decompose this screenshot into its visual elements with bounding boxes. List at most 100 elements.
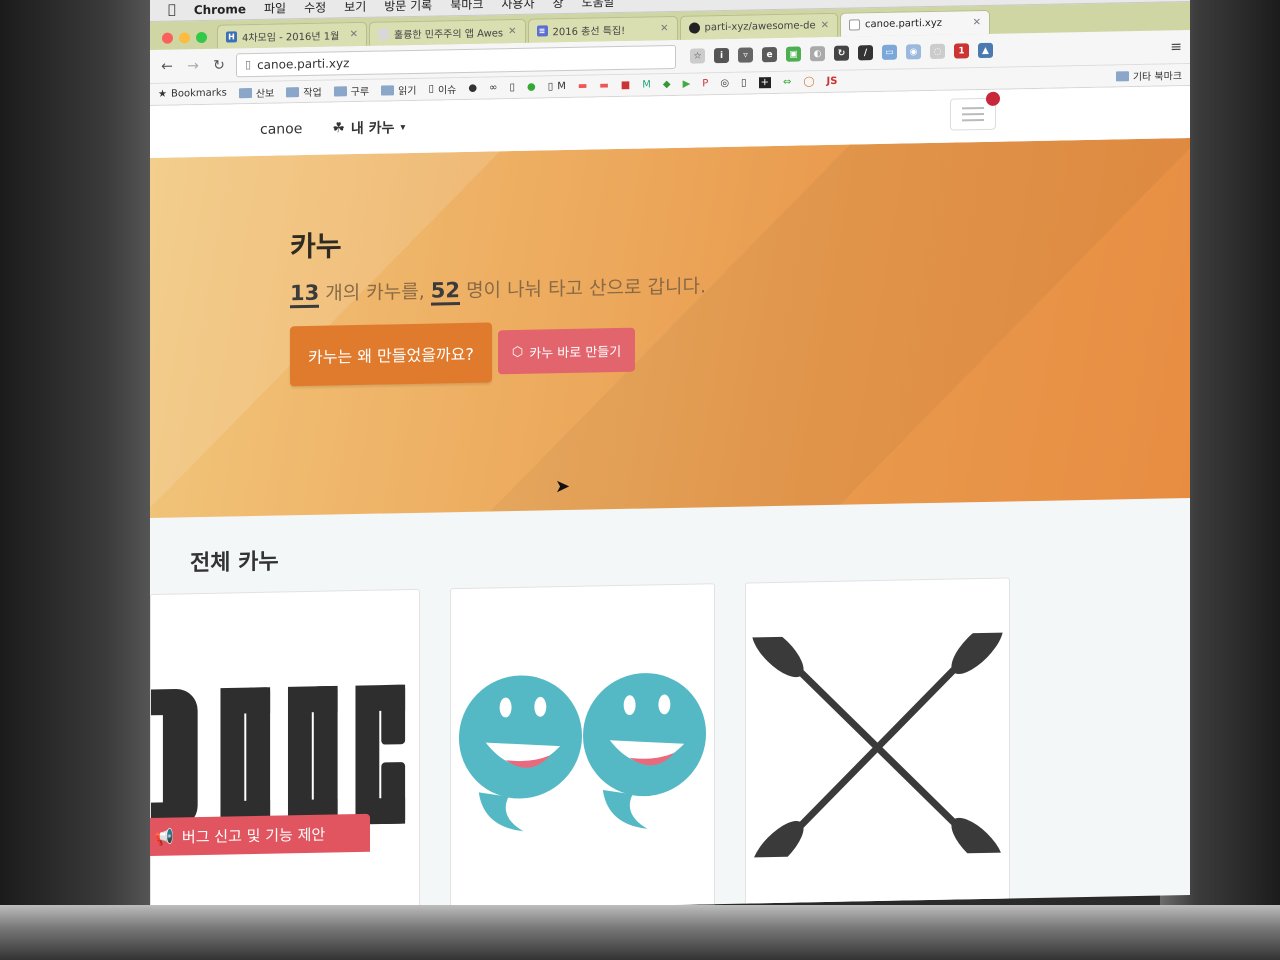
bookmark-item[interactable]: M — [642, 79, 651, 90]
tab-canoe[interactable]: canoe.parti.xyz ✕ — [840, 9, 991, 37]
member-count-suffix: 명이 나눠 타고 산으로 갑니다. — [460, 275, 707, 303]
menubar-item-history[interactable]: 방문 기록 — [384, 0, 432, 15]
bookmark-folder[interactable]: 작업 — [286, 84, 322, 100]
sync-icon[interactable]: ↻ — [834, 45, 849, 61]
bookmark-folder[interactable]: 구루 — [333, 83, 370, 99]
window-controls — [158, 25, 217, 50]
close-tab-icon[interactable]: ✕ — [508, 26, 516, 37]
bookmark-icon: ■ — [620, 79, 631, 91]
tab-4th-meeting[interactable]: H 4차모임 - 2016년 1월 ✕ — [217, 21, 367, 49]
site-brand[interactable]: canoe — [260, 121, 302, 138]
why-canoe-button[interactable]: 카누는 왜 만들었을까요? — [290, 322, 492, 387]
canoe-card[interactable] — [150, 588, 420, 915]
menubar-app-name[interactable]: Chrome — [194, 2, 246, 17]
extension-icon[interactable]: ◌ — [930, 43, 945, 60]
tab-label: 4차모임 - 2016년 1월 — [242, 31, 340, 45]
hackpad-icon: H — [226, 31, 237, 43]
pocket-icon[interactable]: ▿ — [738, 47, 753, 63]
close-tab-icon[interactable]: ✕ — [350, 29, 358, 40]
my-canoe-dropdown[interactable]: ☘ 내 카누 ▾ — [332, 117, 405, 138]
forward-arrow-icon[interactable]: → — [184, 58, 202, 74]
extension-icon[interactable]: ▣ — [786, 46, 801, 62]
close-tab-icon[interactable]: ✕ — [973, 17, 981, 28]
minimize-window-icon[interactable] — [179, 31, 190, 43]
folder-icon — [238, 87, 252, 98]
menubar-item-people[interactable]: 사용자 — [501, 0, 534, 12]
bookmark-other[interactable]: 기타 북마크 — [1115, 67, 1182, 83]
cast-icon[interactable]: ▭ — [882, 44, 897, 60]
create-canoe-button[interactable]: ⬡ 카누 바로 만들기 — [497, 327, 636, 375]
address-bar[interactable]: ▯ canoe.parti.xyz — [236, 44, 676, 77]
extension-icon[interactable]: ◐ — [810, 46, 825, 62]
menubar-item-view[interactable]: 보기 — [344, 0, 366, 15]
reload-icon[interactable]: ↻ — [210, 57, 228, 73]
notification-dot[interactable] — [986, 91, 1000, 106]
bookmark-icon: M — [642, 79, 651, 91]
tab-github[interactable]: parti-xyz/awesome-de ✕ — [679, 12, 839, 40]
close-tab-icon[interactable]: ✕ — [821, 20, 829, 31]
bookmark-label: 이슈 — [437, 85, 457, 97]
bookmark-folder-label: 구루 — [350, 86, 370, 99]
bookmark-item[interactable]: ◆ — [663, 79, 671, 90]
profile-icon[interactable]: ▲ — [978, 42, 993, 59]
bookmark-item[interactable]: ▯ M — [548, 81, 566, 92]
bookmark-item[interactable]: ▬ — [599, 80, 608, 91]
folder-icon — [333, 85, 347, 96]
bookmark-icon: ⇔ — [782, 76, 792, 88]
bookmark-item[interactable]: P — [702, 78, 708, 89]
bookmark-item[interactable]: ▯ 이슈 — [428, 81, 456, 97]
canoe-card[interactable] — [450, 583, 715, 915]
bookmark-item[interactable]: ▯ — [741, 78, 747, 89]
bookmark-item[interactable]: ● — [527, 82, 536, 93]
monitor-bezel-left — [0, 0, 150, 960]
bookmark-item[interactable]: ■ — [621, 80, 630, 91]
extension-icons: ☆ i ▿ e ▣ ◐ ↻ / ▭ ◉ ◌ 1 ▲ — [690, 42, 993, 64]
feedback-label: 버그 신고 및 기능 제안 — [181, 825, 326, 846]
notification-badge-icon[interactable]: 1 — [954, 43, 969, 59]
bookmark-item[interactable]: ⇔ — [783, 77, 791, 88]
hamburger-line — [962, 112, 984, 116]
tab-awesome-democracy[interactable]: 훌륭한 민주주의 앱 Awes ✕ — [369, 18, 526, 46]
apple-icon[interactable]:  — [168, 3, 176, 18]
canoe-card[interactable] — [745, 577, 1010, 913]
star-icon[interactable]: ☆ — [690, 48, 705, 64]
feedback-button[interactable]: 📢 버그 신고 및 기능 제안 — [150, 813, 370, 857]
back-arrow-icon[interactable]: ← — [158, 58, 176, 74]
bookmark-item[interactable]: ◯ — [803, 76, 814, 87]
bookmark-folder[interactable]: 읽기 — [381, 82, 416, 98]
evernote-icon[interactable]: e — [762, 46, 777, 63]
chrome-menu-icon[interactable]: ≡ — [1170, 39, 1182, 55]
info-icon[interactable]: i — [714, 47, 729, 64]
zoom-window-icon[interactable] — [196, 31, 207, 43]
close-window-icon[interactable] — [162, 32, 173, 44]
hero-buttons: 카누는 왜 만들었을까요? ⬡ 카누 바로 만들기 — [290, 309, 1190, 387]
page-icon: ▯ — [509, 81, 515, 94]
menubar-item-bookmarks[interactable]: 북마크 — [450, 0, 483, 13]
tab-label: canoe.parti.xyz — [865, 17, 943, 31]
bookmark-item[interactable]: ◎ — [720, 78, 729, 89]
close-tab-icon[interactable]: ✕ — [660, 23, 668, 34]
tab-election-special[interactable]: ≡ 2016 총선 특집! ✕ — [527, 15, 678, 43]
bookmark-item[interactable]: ▶ — [683, 79, 691, 90]
menubar-item-window[interactable]: 창 — [552, 0, 563, 11]
bookmark-github[interactable]: ● — [468, 83, 477, 94]
monitor-bezel-bottom — [0, 905, 1280, 960]
bookmark-item[interactable]: ▬ — [578, 81, 587, 92]
bookmark-item[interactable]: ▯ — [509, 82, 515, 93]
bookmark-icon: ▬ — [599, 80, 609, 92]
docs-icon: ≡ — [536, 25, 548, 37]
smiling-quotes-icon — [458, 673, 707, 832]
bookmark-item[interactable]: ∞ — [489, 82, 497, 93]
bookmark-item[interactable]: + — [758, 77, 771, 89]
menubar-item-help[interactable]: 도움말 — [582, 0, 615, 11]
bookmark-folder[interactable]: 산보 — [238, 85, 275, 101]
camera-icon[interactable]: ◉ — [906, 44, 921, 60]
hero-title: 카누 — [290, 229, 342, 264]
eyedropper-icon[interactable]: / — [858, 45, 873, 61]
menubar-item-file[interactable]: 파일 — [264, 0, 286, 17]
bookmark-folder-label: 산보 — [255, 88, 275, 100]
reddit-icon: ◎ — [720, 77, 730, 90]
bookmark-item[interactable]: JS — [827, 76, 838, 87]
menubar-item-edit[interactable]: 수정 — [304, 0, 326, 16]
bookmarks-star[interactable]: ★ Bookmarks — [158, 88, 227, 100]
